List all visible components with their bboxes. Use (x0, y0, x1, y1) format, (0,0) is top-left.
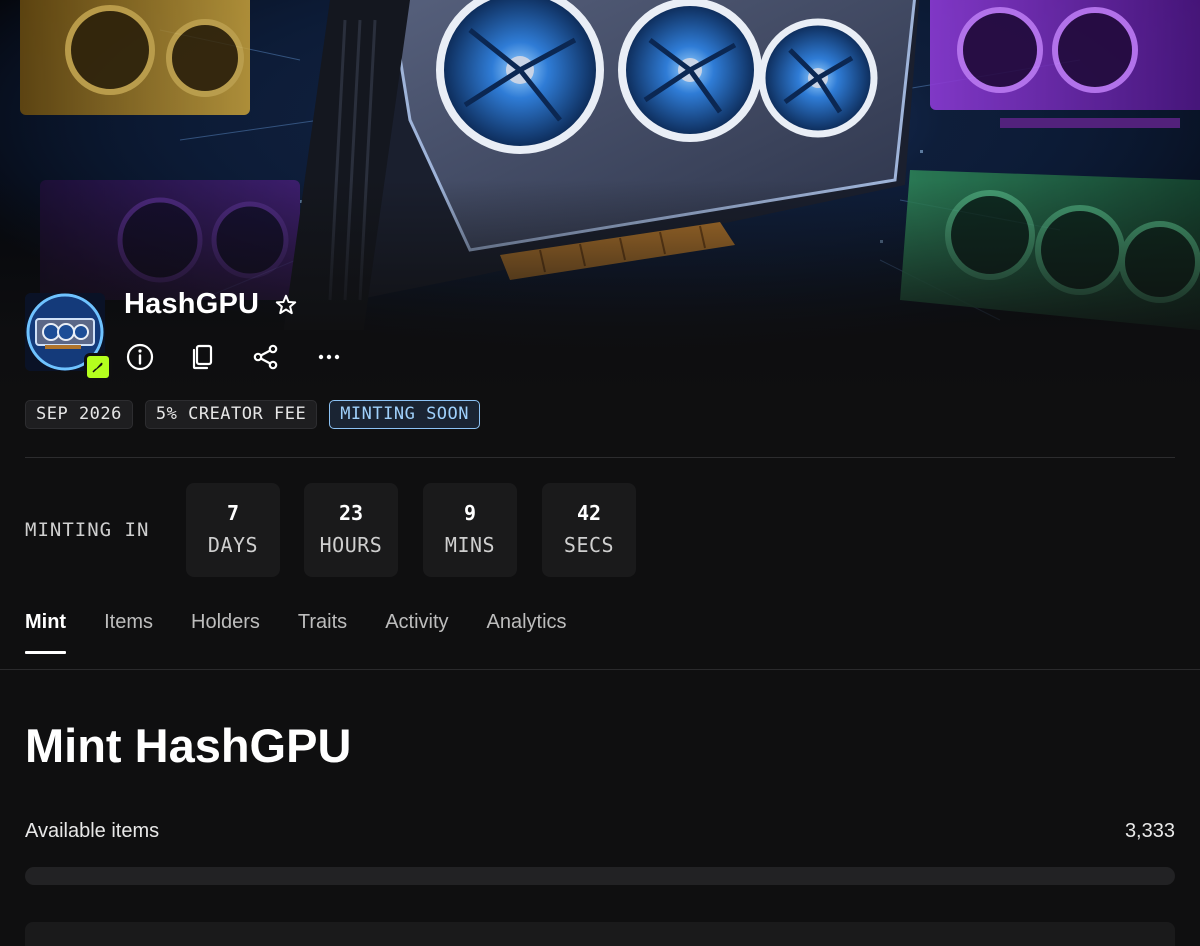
more-button[interactable] (313, 340, 376, 374)
copy-icon (192, 344, 213, 370)
creator-fee-tag: 5% CREATOR FEE (144, 400, 318, 429)
mint-panel (25, 922, 1175, 946)
tab-items[interactable]: Items (104, 611, 153, 654)
tab-holders[interactable]: Holders (191, 611, 260, 654)
countdown-unit: HOURS (319, 533, 383, 557)
countdown-value: 7 (226, 501, 240, 525)
collection-tabs: Mint Items Holders Traits Activity Analy… (25, 611, 605, 654)
countdown-unit: SECS (563, 533, 615, 557)
available-items-label: Available items (25, 820, 160, 842)
countdown-secs: 42 SECS (542, 483, 636, 577)
tab-traits[interactable]: Traits (298, 611, 347, 654)
countdown-unit: MINS (444, 533, 496, 557)
countdown-label: MINTING IN (25, 519, 150, 541)
tab-mint[interactable]: Mint (25, 611, 67, 654)
more-horizontal-icon (318, 354, 340, 360)
collection-actions (124, 340, 376, 374)
share-icon (253, 344, 278, 370)
countdown-hours: 23 HOURS (304, 483, 398, 577)
countdown-unit: DAYS (207, 533, 259, 557)
collection-name: HashGPU (124, 288, 260, 320)
countdown-value: 23 (338, 501, 364, 525)
mint-section-title: Mint HashGPU (25, 719, 352, 772)
mint-progress-bar (25, 867, 1175, 885)
star-outline-icon[interactable] (273, 292, 299, 318)
collection-title-row: HashGPU (124, 288, 299, 321)
countdown-mins: 9 MINS (423, 483, 517, 577)
countdown-days: 7 DAYS (186, 483, 280, 577)
date-tag: SEP 2026 (25, 400, 133, 429)
available-items-value: 3,333 (1124, 820, 1175, 842)
minting-status-tag: MINTING SOON (329, 400, 481, 429)
feather-icon (84, 353, 112, 381)
share-button[interactable] (250, 340, 313, 374)
tab-analytics[interactable]: Analytics (487, 611, 567, 654)
header-divider (25, 457, 1175, 458)
info-button[interactable] (124, 340, 187, 374)
collection-tags: SEP 2026 5% CREATOR FEE MINTING SOON (25, 400, 481, 429)
copy-button[interactable] (187, 340, 250, 374)
countdown-value: 9 (463, 501, 477, 525)
collection-page: HashGPU SEP 2026 5% CREATOR FEE MINTING … (0, 0, 1200, 946)
info-icon (126, 343, 154, 371)
tabs-divider (0, 669, 1200, 670)
tab-activity[interactable]: Activity (385, 611, 448, 654)
countdown-value: 42 (576, 501, 602, 525)
